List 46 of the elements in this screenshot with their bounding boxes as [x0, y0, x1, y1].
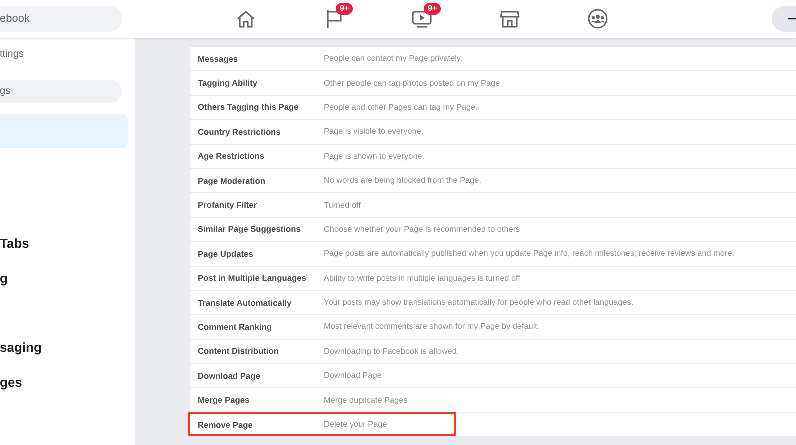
setting-name: Messages	[197, 54, 240, 64]
setting-name: Page Updates	[197, 248, 254, 259]
setting-name: Tagging Ability	[197, 78, 259, 88]
setting-name: Profanity Filter	[197, 200, 258, 210]
menu-item[interactable]: g	[0, 268, 135, 288]
notification-badge: 9+	[336, 3, 354, 15]
setting-value[interactable]: Downloading to Facebook is allowed.	[324, 346, 796, 356]
groups-icon[interactable]	[588, 9, 608, 29]
setting-value[interactable]: People and other Pages can tag my Page.	[324, 102, 796, 112]
setting-value[interactable]: Other people can tag photos posted on my Page.	[324, 78, 796, 88]
setting-name: Others Tagging this Page	[197, 102, 300, 112]
search-field[interactable]: ebook	[0, 6, 122, 32]
setting-name: Download Page	[197, 370, 262, 381]
setting-name: Content Distribution	[197, 346, 280, 356]
setting-value[interactable]: Delete your Page	[324, 420, 796, 430]
store-icon[interactable]	[500, 10, 520, 28]
setting-name: Age Restrictions	[197, 151, 266, 162]
setting-value[interactable]: Page posts are automatically published when you update Page info, reach milestones, receive reviews and more.	[324, 249, 796, 258]
setting-value[interactable]: Turned off	[324, 200, 796, 210]
setting-value[interactable]: Page is visible to everyone.	[324, 127, 796, 136]
menu-item[interactable]: ges	[0, 372, 135, 392]
setting-name: Remove Page	[197, 420, 254, 430]
setting-value[interactable]: Page is shown to everyone.	[324, 152, 796, 161]
setting-value[interactable]: Download Page	[324, 371, 796, 380]
menu-item[interactable]: Tabs	[0, 233, 135, 253]
setting-value[interactable]: People can contact my Page privately.	[324, 54, 796, 64]
setting-name: Translate Automatically	[197, 298, 293, 308]
search-field[interactable]: gs	[0, 80, 122, 103]
setting-value[interactable]: Ability to write posts in multiple languages is turned off	[324, 274, 796, 283]
notification-badge: 9+	[424, 3, 442, 15]
setting-name: Post in Multiple Languages	[197, 273, 308, 284]
setting-value[interactable]: No words are being blocked from the Page.	[324, 176, 796, 186]
video-icon[interactable]	[412, 10, 432, 28]
setting-value[interactable]: Merge duplicate Pages	[324, 396, 796, 405]
setting-name: Comment Ranking	[197, 322, 273, 332]
setting-value[interactable]: Choose whether your Page is recommended to others	[324, 224, 796, 234]
setting-value[interactable]: Your posts may show translations automatically for people who read other languages.	[324, 298, 796, 308]
home-icon[interactable]	[236, 10, 256, 28]
setting-value[interactable]: Most relevant comments are shown for my Page by default.	[324, 322, 796, 332]
menu-item[interactable]: ttings	[0, 43, 135, 66]
menu-item[interactable]: saging	[0, 337, 135, 357]
minus-icon	[788, 18, 796, 20]
setting-name: Merge Pages	[197, 395, 251, 406]
setting-name: Country Restrictions	[197, 126, 282, 137]
setting-name: Page Moderation	[197, 176, 266, 186]
setting-name: Similar Page Suggestions	[197, 224, 302, 234]
